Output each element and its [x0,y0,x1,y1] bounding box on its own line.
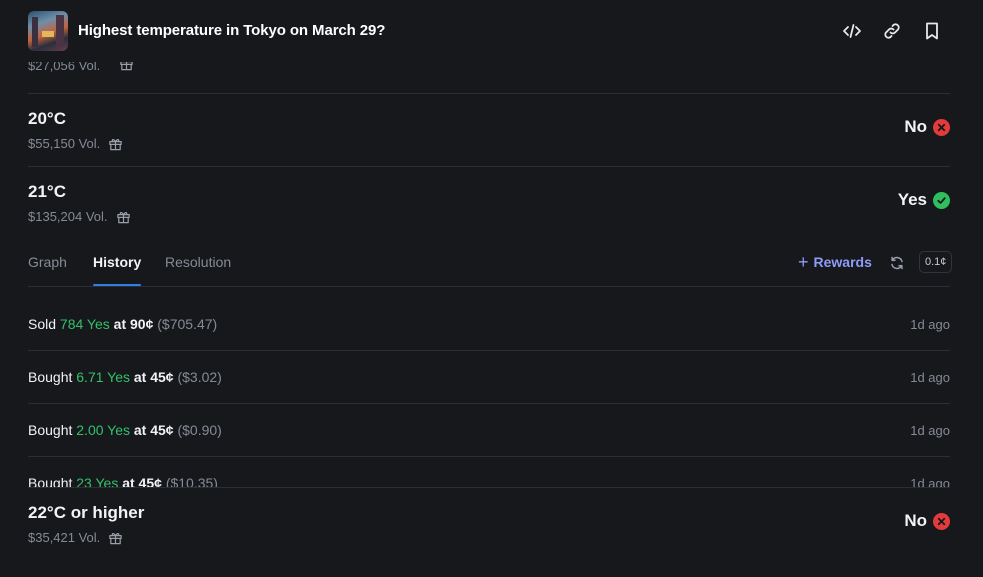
trade-amount: 2.00 Yes [76,422,130,438]
tab-graph[interactable]: Graph [28,254,67,270]
trade-price: at 90¢ [113,316,154,332]
tabs-divider [28,286,950,287]
gift-icon[interactable] [108,136,123,151]
outcome-row[interactable]: 21°C $135,204 Vol. Yes [28,182,950,242]
outcome-row[interactable]: 22°C or higher $35,421 Vol. No [28,503,950,563]
trade-total: ($3.02) [177,369,222,385]
market-thumbnail [28,11,68,51]
market-title: Highest temperature in Tokyo on March 29… [78,22,386,39]
trade-amount: 784 Yes [59,316,110,332]
bottom-outcome-panel: 22°C or higher $35,421 Vol. No [0,487,983,577]
trade-amount: 6.71 Yes [76,369,130,385]
outcome-volume: $55,150 Vol. [28,136,101,151]
outcome-volume: $135,204 Vol. [28,209,108,224]
outcome-label: 22°C or higher [28,503,145,522]
outcome-label: 20°C [28,109,66,128]
code-icon[interactable] [842,21,862,41]
plus-icon: + [798,252,809,272]
divider [28,93,950,94]
tick-size-chip[interactable]: 0.1¢ [919,251,953,273]
outcome-row[interactable]: 20°C $55,150 Vol. No [28,109,950,169]
trade-price: at 45¢ [133,422,174,438]
gift-icon [119,62,134,71]
bookmark-icon[interactable] [922,21,942,41]
trade-action: Bought [28,369,73,385]
history-row: Bought 2.00 Yes at 45¢ ($0.90) 1d ago [28,404,950,457]
outcome-result: No [904,117,950,137]
x-circle-icon [933,512,950,530]
rewards-label: Rewards [813,254,872,270]
rewards-button[interactable]: + Rewards [798,252,872,272]
trade-price: at 45¢ [133,369,174,385]
outcome-result: No [904,511,950,531]
outcome-volume: $35,421 Vol. [28,530,101,545]
result-label: No [904,117,927,136]
result-label: No [904,511,927,530]
link-icon[interactable] [882,21,902,41]
outcome-result: Yes [898,190,950,210]
check-circle-icon [933,191,950,209]
trade-action: Sold [28,316,57,332]
trade-total: ($0.90) [177,422,222,438]
tab-resolution[interactable]: Resolution [165,254,231,270]
trade-total: ($705.47) [157,316,218,332]
trade-action: Bought [28,422,73,438]
trade-time: 1d ago [910,370,950,385]
outcome-label: 21°C [28,182,66,201]
tab-history[interactable]: History [93,254,141,270]
trade-time: 1d ago [910,423,950,438]
history-row: Bought 6.71 Yes at 45¢ ($3.02) 1d ago [28,351,950,404]
gift-icon[interactable] [108,530,123,545]
divider [28,166,950,167]
refresh-icon[interactable] [889,255,905,271]
result-label: Yes [897,190,927,209]
outcome-volume: $27,056 Vol. [28,62,101,73]
detail-tabs: Graph History Resolution + Rewards 0.1¢ [28,251,953,287]
history-row: Sold 784 Yes at 90¢ ($705.47) 1d ago [28,298,950,351]
gift-icon[interactable] [116,209,131,224]
divider [28,487,950,488]
market-header: Highest temperature in Tokyo on March 29… [0,0,983,62]
trade-time: 1d ago [910,317,950,332]
x-circle-icon [933,118,950,136]
market-page: Highest temperature in Tokyo on March 29… [0,0,983,577]
